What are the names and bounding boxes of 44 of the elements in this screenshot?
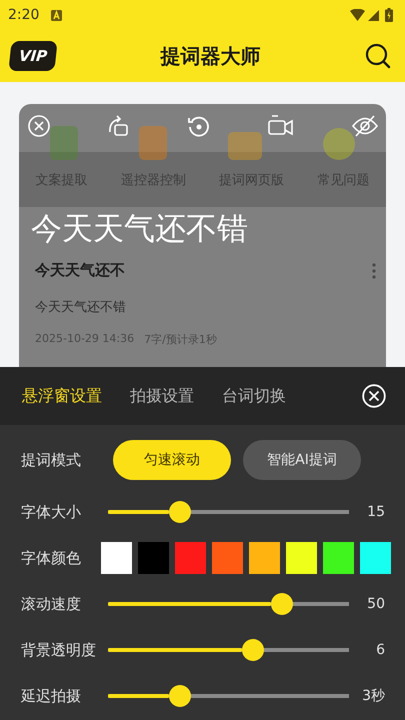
slider-thumb[interactable] <box>270 593 293 615</box>
setting-value: 15 <box>366 504 385 520</box>
script-title: 今天天气还不 <box>35 261 125 280</box>
slider-thumb[interactable] <box>169 685 192 707</box>
settings-tab[interactable]: 悬浮窗设置 <box>22 386 102 406</box>
slider-thumb[interactable] <box>242 639 264 661</box>
video-camera-icon[interactable] <box>268 115 294 137</box>
color-swatch[interactable] <box>286 542 317 574</box>
prompter-text: 今天天气还不错 <box>30 210 249 249</box>
color-swatch[interactable] <box>138 542 169 574</box>
battery-icon <box>385 8 393 22</box>
setting-label: 背景透明度 <box>21 640 97 660</box>
reset-icon[interactable] <box>186 115 210 139</box>
color-swatch[interactable] <box>360 542 391 574</box>
setting-label: 字体颜色 <box>21 548 82 568</box>
search-icon[interactable] <box>365 43 391 69</box>
app-title: 提词器大师 <box>160 42 261 70</box>
close-icon[interactable] <box>362 384 386 408</box>
setting-label: 提词模式 <box>21 450 82 470</box>
color-swatch[interactable] <box>212 542 243 574</box>
wifi-icon <box>350 9 365 21</box>
setting-label: 延迟拍摄 <box>21 686 82 706</box>
setting-label: 字体大小 <box>21 502 82 522</box>
color-swatch[interactable] <box>249 542 280 574</box>
hide-icon[interactable] <box>351 115 379 137</box>
more-icon[interactable] <box>372 262 376 278</box>
rotate-icon[interactable] <box>107 115 130 137</box>
slider-thumb[interactable] <box>169 501 192 523</box>
setting-value: 6 <box>375 642 385 658</box>
mode-option[interactable]: 匀速滚动 <box>113 440 231 480</box>
color-swatch[interactable] <box>323 542 354 574</box>
script-preview: 今天天气还不错 <box>34 299 127 316</box>
color-swatch[interactable] <box>175 542 206 574</box>
signal-icon <box>368 10 379 20</box>
mode-option[interactable]: 智能AI提词 <box>243 440 361 480</box>
setting-label: 滚动速度 <box>21 594 82 614</box>
status-time: 2:20 <box>8 7 40 23</box>
notification-icon <box>51 10 62 20</box>
vip-badge[interactable]: VIP <box>8 41 58 71</box>
settings-tab[interactable]: 台词切换 <box>222 386 286 406</box>
color-swatch[interactable] <box>101 542 132 574</box>
settings-tab[interactable]: 拍摄设置 <box>130 386 194 406</box>
setting-value: 3秒 <box>361 687 385 705</box>
setting-value: 50 <box>366 596 385 612</box>
